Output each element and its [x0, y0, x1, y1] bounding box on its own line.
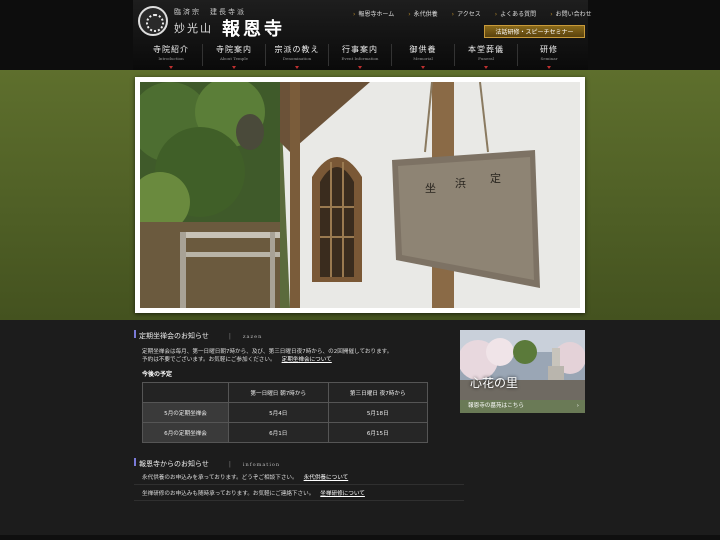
chevron-right-icon: › [576, 403, 579, 409]
zazen-description-text: 予約は不要でございます。お気軽にご参加ください。 [142, 357, 276, 363]
zazen-schedule-table: 第一日曜日 朝7時から 第三日曜日 夜7時から 5月の定期坐禅会 5月4日 5月… [142, 382, 428, 443]
temple-crest-icon [138, 6, 168, 36]
heading-marker [134, 330, 136, 338]
gnav-sublabel: Funeral [478, 56, 494, 61]
divider [134, 484, 464, 485]
gnav-about-temple[interactable]: 寺院案内 About Temple [203, 44, 266, 69]
svg-text:浜: 浜 [455, 177, 466, 190]
cemetery-link[interactable]: 報恩寺の墓苑はこちら › [460, 400, 585, 413]
main-content: 定期坐禅会のお知らせ | zazen 定期坐禅会は毎月、第一日曜日朝7時から、及… [0, 320, 720, 540]
table-cell: 5月4日 [228, 402, 329, 423]
info-item-text: 坐禅研修のお申込みも随時承っております。お気軽にご連絡下さい。 [142, 491, 315, 497]
gnav-event-information[interactable]: 行事案内 Event Information [329, 44, 392, 69]
info-item-text: 永代供養のお申込みを承っております。どうぞご相談下さい。 [142, 475, 298, 481]
table-header-cell: 第三日曜日 夜7時から [327, 382, 428, 403]
temple-wooden-plaque-image: 坐 浜 定 [140, 82, 580, 308]
gnav-label: 本堂葬儀 [468, 45, 504, 54]
heading-separator: | [228, 333, 231, 340]
zazen-section-title: 定期坐禅会のお知らせ [139, 332, 209, 340]
site-logo[interactable]: 臨済宗 建長寺派 妙光山 報恩寺 [138, 6, 298, 40]
gnav-introduction[interactable]: 寺院紹介 Introduction [140, 44, 203, 69]
cemetery-link-label: 報恩寺の墓苑はこちら [468, 403, 524, 409]
gnav-sublabel: Memorial [413, 56, 433, 61]
heading-separator: | [228, 461, 231, 468]
gnav-sublabel: Seminar [540, 56, 558, 61]
caret-down-icon [484, 66, 488, 69]
table-header-cell: 第一日曜日 朝7時から [228, 382, 329, 403]
caret-down-icon [232, 66, 236, 69]
list-item: 永代供養のお申込みを承っております。どうぞご相談下さい。 永代供養について [142, 473, 348, 481]
global-nav: 寺院紹介 Introduction 寺院案内 About Temple 宗派の教… [140, 44, 580, 69]
table-row-header: 5月の定期坐禅会 [142, 402, 229, 423]
zazen-description-1: 定期坐禅会は毎月、第一日曜日朝7時から、及び、第三日曜日夜7時から、の2回開催し… [142, 349, 393, 355]
heading-marker [134, 458, 136, 466]
zazen-section-en: zazen [242, 334, 263, 340]
list-item: 坐禅研修のお申込みも随時承っております。お気軽にご連絡下さい。 坐禅研修について [142, 489, 365, 497]
table-cell: 6月15日 [327, 422, 428, 443]
table-row: 5月の定期坐禅会 5月4日 5月18日 [142, 402, 428, 423]
site-header: 臨済宗 建長寺派 妙光山 報恩寺 報恩寺ホーム 永代供養 アクセス よくある質問… [0, 0, 720, 70]
gnav-denomination[interactable]: 宗派の教え Denomination [266, 44, 329, 69]
caret-down-icon [358, 66, 362, 69]
util-nav-eternal-memorial[interactable]: 永代供養 [408, 9, 438, 19]
gnav-sublabel: Event Information [341, 56, 379, 61]
table-header-row: 第一日曜日 朝7時から 第三日曜日 夜7時から [142, 382, 428, 403]
caret-down-icon [421, 66, 425, 69]
gnav-memorial[interactable]: 御供養 Memorial [392, 44, 455, 69]
util-nav-home[interactable]: 報恩寺ホーム [353, 9, 394, 19]
banner-title: 心花の里 [470, 376, 519, 390]
gnav-label: 行事案内 [342, 45, 378, 54]
cemetery-banner[interactable]: 心花の里 報恩寺の墓苑はこちら › [460, 330, 585, 413]
gnav-label: 研修 [540, 45, 558, 54]
gnav-label: 宗派の教え [274, 45, 320, 54]
seminar-button[interactable]: 法話研修・スピーチセミナー [484, 25, 585, 38]
utility-nav: 報恩寺ホーム 永代供養 アクセス よくある質問 お問い合わせ [353, 9, 592, 19]
gnav-label: 御供養 [409, 45, 437, 54]
hero-band: 坐 浜 定 [0, 70, 720, 320]
table-header-cell [142, 382, 229, 403]
info-section-title: 報恩寺からのお知らせ [139, 460, 209, 468]
svg-text:定: 定 [490, 171, 501, 185]
divider [134, 500, 464, 501]
caret-down-icon [169, 66, 173, 69]
table-row: 6月の定期坐禅会 6月1日 6月15日 [142, 422, 428, 443]
zazen-section-heading: 定期坐禅会のお知らせ | zazen [134, 330, 262, 341]
util-nav-faq[interactable]: よくある質問 [495, 9, 536, 19]
info-item-link[interactable]: 坐禅研修について [320, 491, 365, 497]
util-nav-contact[interactable]: お問い合わせ [550, 9, 592, 19]
info-item-link[interactable]: 永代供養について [304, 475, 349, 481]
gnav-sublabel: Introduction [158, 56, 184, 61]
hero-photo: 坐 浜 定 [135, 77, 585, 313]
gnav-sublabel: About Temple [219, 56, 249, 61]
gnav-funeral[interactable]: 本堂葬儀 Funeral [455, 44, 518, 69]
caret-down-icon [547, 66, 551, 69]
zazen-description-2: 予約は不要でございます。お気軽にご参加ください。 定期坐禅会について [142, 355, 332, 363]
info-section-en: infomation [242, 462, 281, 468]
table-cell: 6月1日 [228, 422, 329, 443]
logo-mountain-name: 妙光山 [174, 22, 213, 35]
gnav-seminar[interactable]: 研修 Seminar [518, 44, 580, 69]
gnav-sublabel: Denomination [282, 56, 312, 61]
caret-down-icon [295, 66, 299, 69]
logo-temple-name: 報恩寺 [222, 19, 285, 40]
svg-text:坐: 坐 [425, 182, 436, 195]
table-cell: 5月18日 [327, 402, 428, 423]
gnav-label: 寺院案内 [216, 45, 252, 54]
gnav-label: 寺院紹介 [153, 45, 189, 54]
footer-edge [0, 535, 720, 540]
table-row-header: 6月の定期坐禅会 [142, 422, 229, 443]
util-nav-access[interactable]: アクセス [452, 9, 481, 19]
info-section-heading: 報恩寺からのお知らせ | infomation [134, 458, 280, 469]
schedule-heading: 今後の予定 [142, 371, 173, 378]
zazen-details-link[interactable]: 定期坐禅会について [282, 357, 332, 363]
